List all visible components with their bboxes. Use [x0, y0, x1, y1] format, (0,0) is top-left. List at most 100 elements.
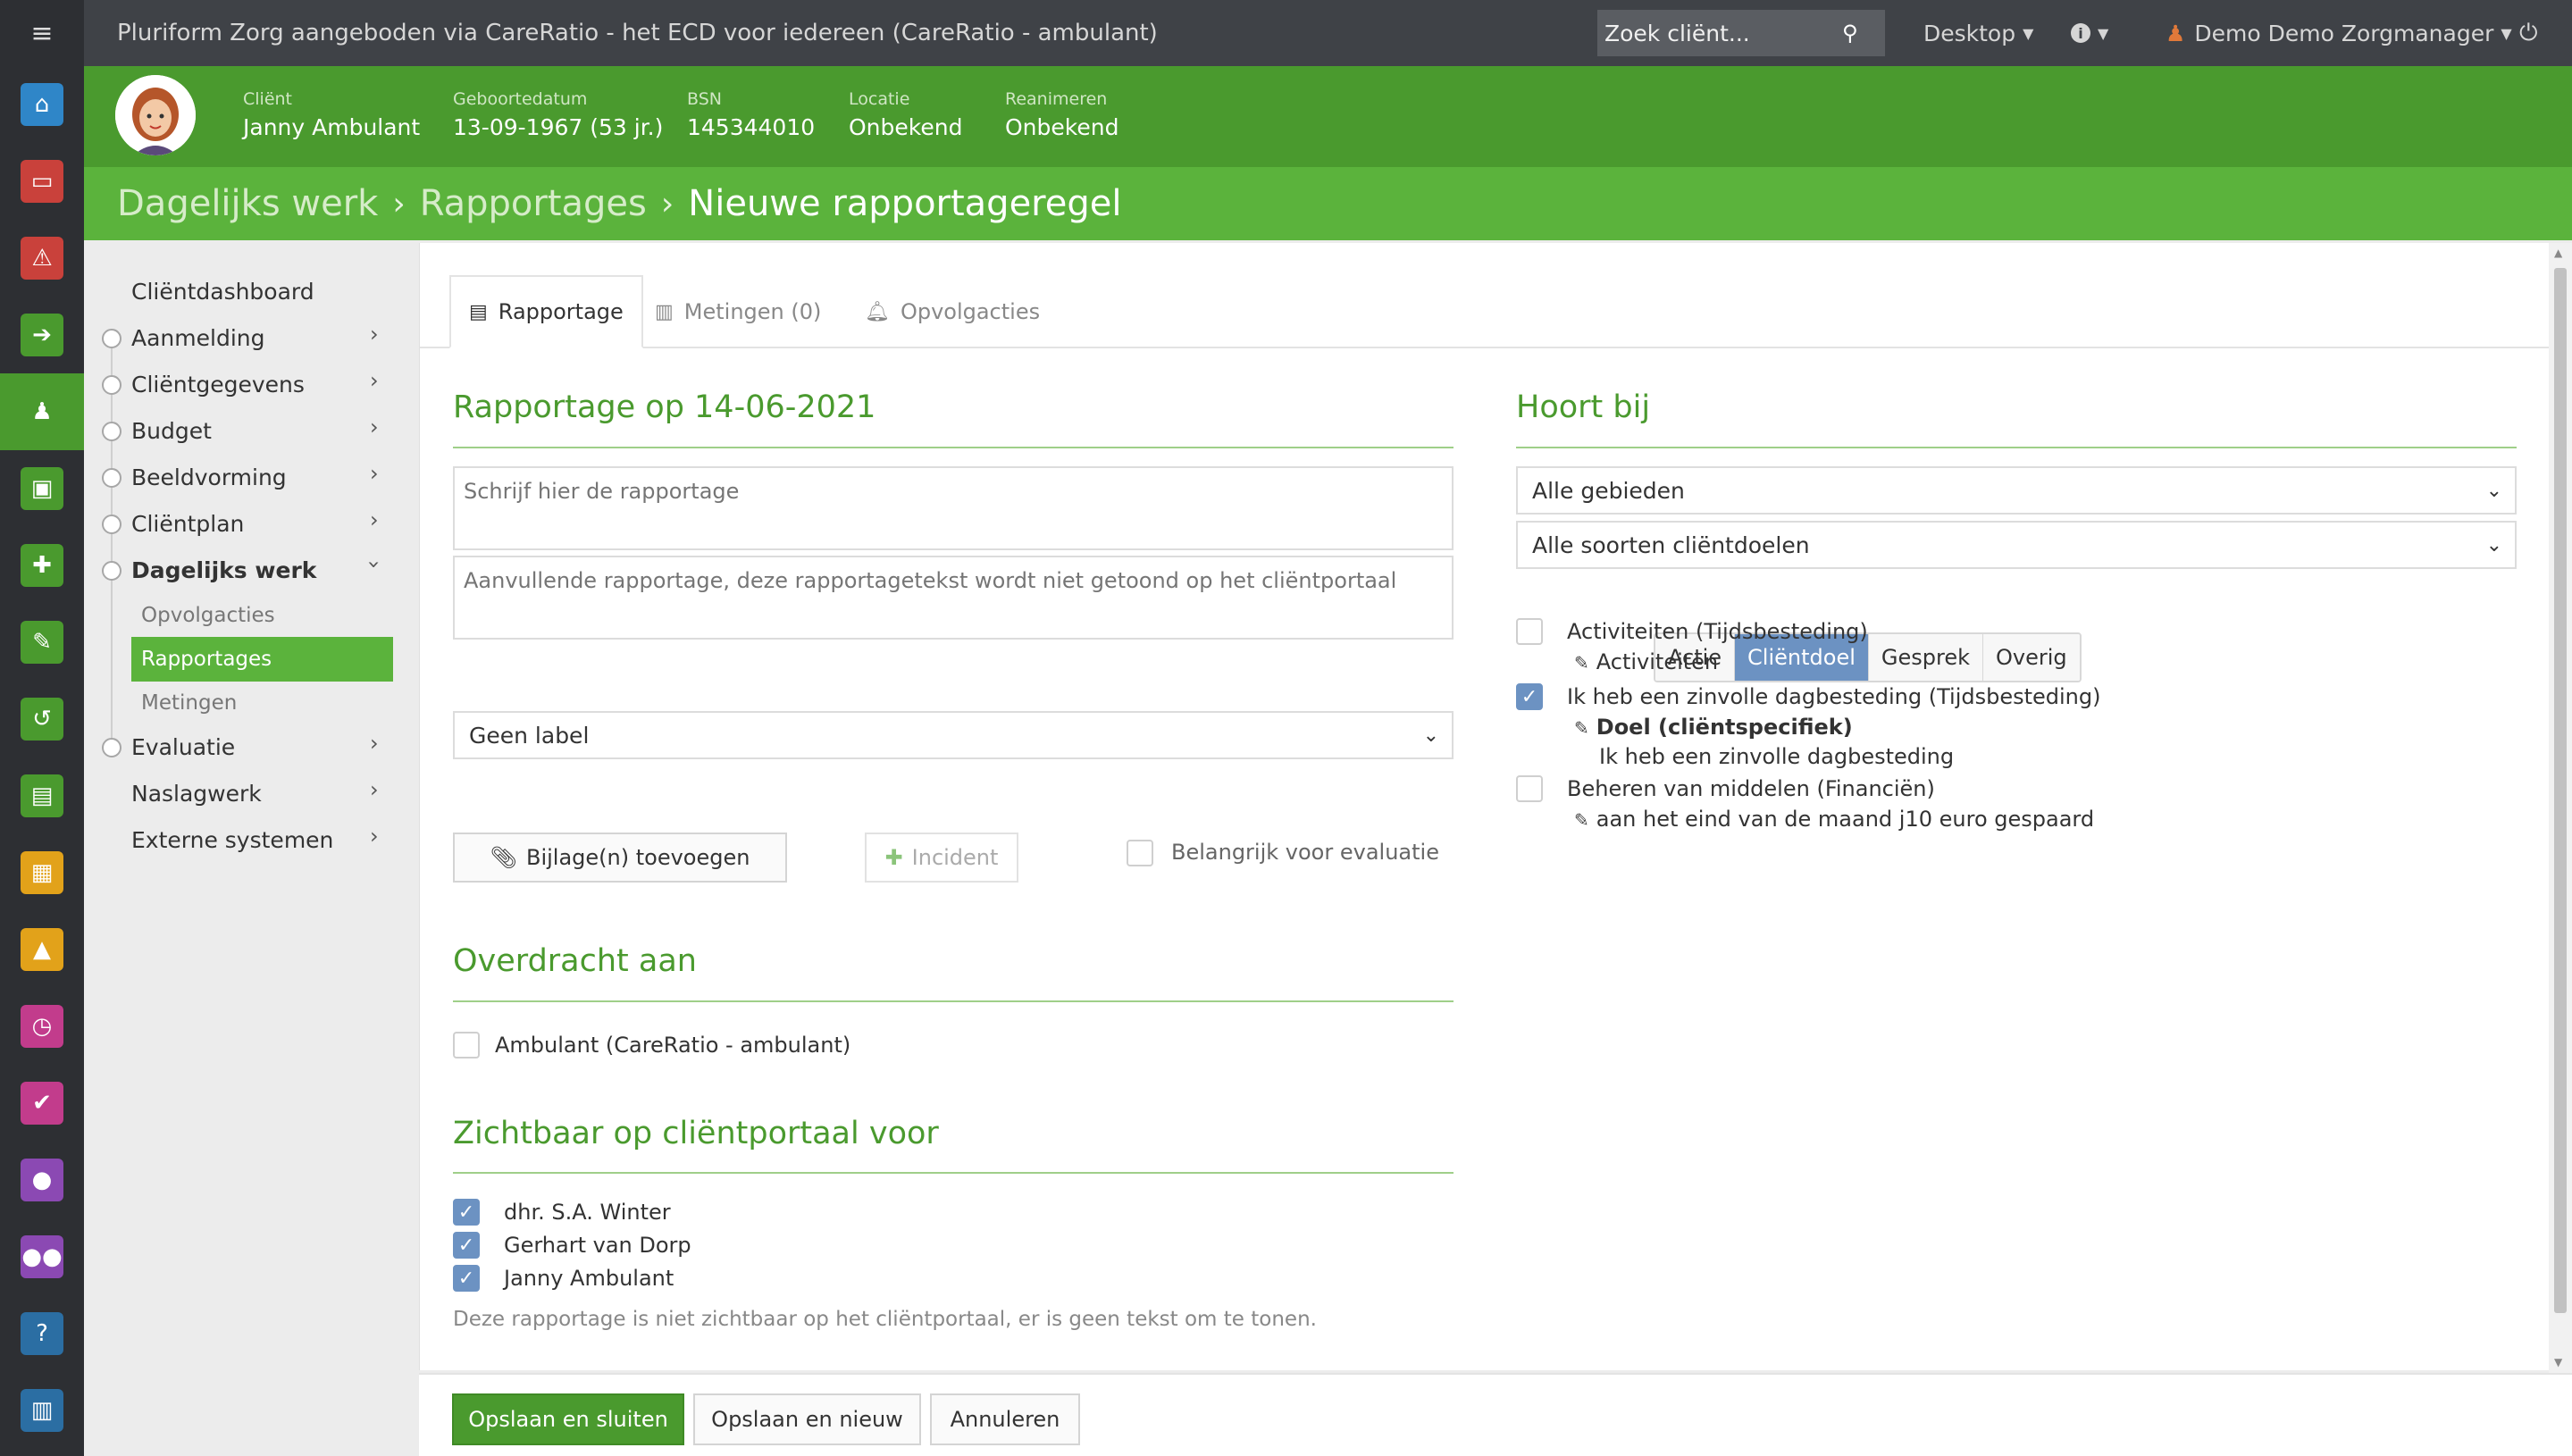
menu-toggle-icon[interactable]: ≡	[0, 0, 84, 66]
chevron-down-icon: ⌄	[2485, 533, 2502, 556]
chevron-right-icon[interactable]: ›	[370, 461, 379, 486]
user-menu[interactable]: ♟ Demo Demo Zorgmanager ▼	[2166, 0, 2512, 66]
belongs-title: Hoort bij	[1516, 389, 1651, 425]
form-footer: Opslaan en sluiten Opslaan en nieuw Annu…	[419, 1373, 2572, 1456]
chevron-right-icon[interactable]: ›	[370, 322, 379, 347]
paperclip-icon: 📎︎	[490, 845, 517, 870]
nav-clientplan[interactable]: Cliëntplan	[131, 511, 244, 537]
subnav-rapportages[interactable]: Rapportages	[131, 637, 393, 682]
area-select[interactable]: Alle gebieden ⌄	[1516, 466, 2517, 515]
client-name: Janny Ambulant	[243, 114, 421, 140]
caret-down-icon: ▼	[2098, 24, 2109, 42]
desktop-menu[interactable]: Desktop ▼	[1923, 0, 2033, 66]
scroll-down-icon[interactable]: ▼	[2554, 1356, 2562, 1368]
client-search[interactable]: ⚲	[1597, 10, 1885, 56]
nav-clientgegevens[interactable]: Cliëntgegevens	[131, 372, 305, 397]
desktop-label[interactable]: Desktop	[1923, 21, 2015, 46]
chevron-down-icon[interactable]: ›	[362, 560, 387, 569]
rail-item[interactable]: ➔	[0, 297, 84, 373]
tab-metingen[interactable]: ▥ Metingen (0)	[637, 275, 839, 348]
segment-gesprek[interactable]: Gesprek	[1868, 634, 1983, 681]
save-close-button[interactable]: Opslaan en sluiten	[452, 1393, 684, 1445]
rail-item[interactable]: ⚠	[0, 220, 84, 297]
breadcrumb-dagelijks-werk[interactable]: Dagelijks werk	[117, 183, 378, 224]
breadcrumb: Dagelijks werk › Rapportages › Nieuwe ra…	[84, 167, 2572, 240]
search-icon[interactable]: ⚲	[1842, 21, 1858, 46]
nav-dagelijks-werk[interactable]: Dagelijks werk	[131, 557, 316, 583]
portal-person-checkbox[interactable]: ✓	[453, 1199, 480, 1226]
rail-item[interactable]: ▥	[0, 1372, 84, 1449]
bar-chart-icon: ▥	[655, 300, 674, 323]
nav-naslagwerk[interactable]: Naslagwerk	[131, 781, 262, 807]
rail-item[interactable]: ✚	[0, 527, 84, 604]
incident-button[interactable]: ✚ Incident	[865, 833, 1018, 883]
info-menu[interactable]: i ▼	[2071, 0, 2108, 66]
rapportage-textarea[interactable]	[453, 466, 1454, 550]
search-input[interactable]	[1597, 20, 1839, 46]
power-icon[interactable]: ⏻	[2519, 0, 2538, 66]
goal-checkbox[interactable]	[1516, 618, 1543, 645]
rail-item[interactable]: ✎	[0, 604, 84, 681]
rail-item[interactable]: ♟	[0, 373, 84, 450]
rail-item[interactable]: ▭	[0, 143, 84, 220]
goal-sub: ✎ aan het eind van de maand j10 euro gesp…	[1574, 807, 2094, 832]
nav-budget[interactable]: Budget	[131, 418, 212, 444]
rail-item[interactable]: ●	[0, 1142, 84, 1218]
chevron-right-icon[interactable]: ›	[370, 414, 379, 439]
label-select[interactable]: Geen label ⌄	[453, 711, 1454, 759]
rail-item[interactable]: ▣	[0, 450, 84, 527]
rail-item[interactable]: ▦	[0, 834, 84, 911]
section-divider	[453, 447, 1454, 448]
scroll-up-icon[interactable]: ▲	[2554, 247, 2562, 259]
rail-item[interactable]: ▲	[0, 911, 84, 988]
rail-item[interactable]: ▤	[0, 757, 84, 834]
nav-externe-systemen[interactable]: Externe systemen	[131, 827, 333, 853]
goal-title: Ik heb een zinvolle dagbesteding (Tijdsb…	[1567, 684, 2101, 709]
puzzle-icon: ✚	[21, 544, 63, 587]
main-scrollbar[interactable]: ▲ ▼	[2549, 243, 2572, 1373]
inbox-icon: ▭	[21, 160, 63, 203]
important-checkbox[interactable]	[1127, 840, 1153, 866]
transfer-option-label: Ambulant (CareRatio - ambulant)	[495, 1033, 851, 1058]
nav-clientdashboard[interactable]: Cliëntdashboard	[131, 279, 314, 305]
nav-evaluatie[interactable]: Evaluatie	[131, 734, 235, 760]
rail-item[interactable]: ◷	[0, 988, 84, 1065]
tab-rapportage[interactable]: ▤ Rapportage	[449, 275, 643, 348]
subnav-metingen[interactable]: Metingen	[131, 681, 393, 725]
goal-type-select[interactable]: Alle soorten cliëntdoelen ⌄	[1516, 521, 2517, 569]
tab-opvolgacties[interactable]: 🔔︎ Opvolgacties	[847, 275, 1058, 348]
save-new-button[interactable]: Opslaan en nieuw	[693, 1393, 921, 1445]
rail-item[interactable]: ↺	[0, 681, 84, 757]
cancel-button[interactable]: Annuleren	[930, 1393, 1080, 1445]
chevron-right-icon[interactable]: ›	[370, 824, 379, 849]
client-resus: Onbekend	[1005, 114, 1119, 140]
rail-item[interactable]: ?	[0, 1295, 84, 1372]
segment-overig[interactable]: Overig	[1983, 634, 2080, 681]
subnav-opvolgacties[interactable]: Opvolgacties	[131, 593, 393, 638]
goal-checkbox[interactable]	[1516, 775, 1543, 802]
chevron-right-icon[interactable]: ›	[370, 368, 379, 393]
info-icon[interactable]: i	[2071, 23, 2090, 43]
rapportage-title: Rapportage op 14-06-2021	[453, 389, 876, 425]
goal-checkbox[interactable]: ✓	[1516, 683, 1543, 710]
chevron-right-icon[interactable]: ›	[370, 507, 379, 532]
extra-rapportage-textarea[interactable]	[453, 556, 1454, 640]
chevron-right-icon[interactable]: ›	[370, 777, 379, 802]
portal-person-checkbox[interactable]: ✓	[453, 1265, 480, 1292]
add-attachment-button[interactable]: 📎︎ Bijlage(n) toevoegen	[453, 833, 787, 883]
rail-item[interactable]: ●●	[0, 1218, 84, 1295]
nav-aanmelding[interactable]: Aanmelding	[131, 325, 264, 351]
nav-beeldvorming[interactable]: Beeldvorming	[131, 464, 287, 490]
breadcrumb-rapportages[interactable]: Rapportages	[420, 183, 647, 224]
rail-item[interactable]: ✔	[0, 1065, 84, 1142]
portal-person-checkbox[interactable]: ✓	[453, 1232, 480, 1259]
user-icon: ♟	[2166, 20, 2186, 46]
rail-item[interactable]: ⌂	[0, 66, 84, 143]
user-label[interactable]: Demo Demo Zorgmanager	[2194, 21, 2493, 46]
goal-sub-label: Doel (cliëntspecifiek)	[1596, 715, 1853, 740]
transfer-checkbox[interactable]	[453, 1032, 480, 1059]
chevron-right-icon[interactable]: ›	[370, 731, 379, 756]
scroll-thumb[interactable]	[2554, 268, 2567, 1313]
clock-icon: ◷	[21, 1005, 63, 1048]
chevron-down-icon: ⌄	[1422, 724, 1439, 747]
